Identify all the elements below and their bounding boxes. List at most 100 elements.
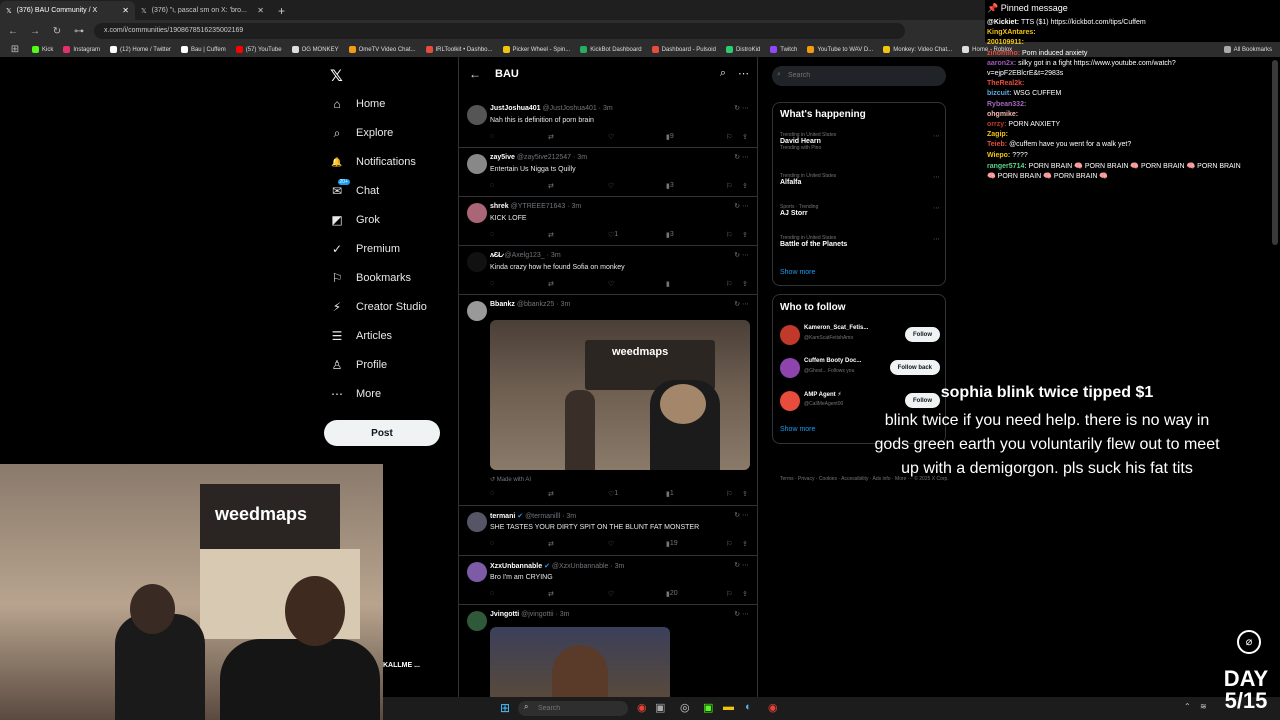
bookmark-item[interactable]: Kick bbox=[32, 46, 53, 53]
retweet-icon[interactable]: ⇄ bbox=[548, 280, 554, 288]
bookmark-item[interactable]: Monkey: Video Chat... bbox=[883, 46, 952, 53]
bookmark-icon[interactable]: ⚐ bbox=[726, 182, 732, 190]
bookmark-item[interactable]: KickBot Dashboard bbox=[580, 46, 642, 53]
tweet-author[interactable]: Bbankz bbox=[490, 301, 515, 308]
more-icon[interactable]: ⋯ bbox=[933, 173, 940, 181]
wifi-icon[interactable]: ≋ bbox=[1200, 702, 1207, 711]
x-logo-icon[interactable]: 𝕏 bbox=[330, 66, 343, 86]
nav-articles[interactable]: ☰ Articles bbox=[330, 329, 392, 343]
nav-explore[interactable]: ⌕ Explore bbox=[330, 126, 394, 140]
retweet-icon[interactable]: ⇄ bbox=[548, 490, 554, 498]
nav-more[interactable]: ⋯ More bbox=[330, 387, 381, 401]
chat-username[interactable]: ohgmike: bbox=[987, 111, 1018, 118]
bookmark-icon[interactable]: ⚐ bbox=[726, 280, 732, 288]
apps-icon[interactable]: ⊞ bbox=[8, 44, 22, 55]
search-input[interactable] bbox=[772, 66, 946, 86]
windows-start-icon[interactable]: ⊞ bbox=[500, 701, 510, 715]
bookmark-item[interactable]: OG MONKEY bbox=[291, 46, 339, 53]
kick-icon[interactable]: ▣ bbox=[703, 701, 713, 714]
retweet-icon[interactable]: ⇄ bbox=[548, 133, 554, 141]
share-icon[interactable]: ⇪ bbox=[742, 133, 748, 141]
bookmark-icon[interactable]: ⚐ bbox=[726, 540, 732, 548]
chat-username[interactable]: 200109911: bbox=[987, 39, 1024, 46]
chat-username[interactable]: Teieb: bbox=[987, 141, 1007, 148]
trend-item[interactable]: Trending in United States Battle of the P… bbox=[780, 235, 940, 248]
tweet[interactable]: Bbankz @bbankz25 · 3m ↻ ⋯ weedmaps ↺ Mad… bbox=[459, 295, 757, 506]
follow-suggestion[interactable]: Kameron_Scat_Fetis... @KamScatFetishAmo … bbox=[780, 323, 940, 347]
grok-more-icon[interactable]: ↻ ⋯ bbox=[734, 251, 749, 259]
reply-icon[interactable]: ◌ bbox=[490, 490, 494, 497]
like-icon[interactable]: ♡ bbox=[608, 133, 614, 141]
chrome-icon[interactable]: ◉ bbox=[768, 701, 778, 714]
like-icon[interactable]: ♡ bbox=[608, 280, 614, 288]
chat-username[interactable]: zinomino: bbox=[987, 50, 1020, 57]
grok-more-icon[interactable]: ↻ ⋯ bbox=[734, 104, 749, 112]
avatar[interactable] bbox=[467, 611, 487, 631]
reply-icon[interactable]: ◌ bbox=[490, 182, 494, 189]
folder-icon[interactable]: ▬ bbox=[723, 701, 734, 713]
bookmark-item[interactable]: Instagram bbox=[63, 46, 100, 53]
tweet[interactable]: JustJoshua401 @JustJoshua401 · 3m Nah th… bbox=[459, 99, 757, 148]
nav-bookmarks[interactable]: ⚐ Bookmarks bbox=[330, 271, 411, 285]
views-icon[interactable]: ▮ 19 bbox=[666, 540, 678, 548]
chat-username[interactable]: aaron2x: bbox=[987, 60, 1016, 67]
steam-icon[interactable]: ◐ bbox=[745, 701, 752, 713]
follow-suggestion[interactable]: Cuffem Booty Doc... @Ghost... Follows yo… bbox=[780, 356, 940, 380]
bookmark-item[interactable]: Bau | Cuffem bbox=[180, 46, 226, 53]
url-input[interactable]: x.com/i/communities/1908678516235002169 bbox=[94, 23, 905, 39]
avatar[interactable] bbox=[780, 391, 800, 411]
search-icon[interactable]: ⌕ bbox=[720, 67, 726, 80]
tweet-author[interactable]: termani bbox=[490, 513, 515, 520]
nav-grok[interactable]: ◩ Grok bbox=[330, 213, 380, 227]
avatar[interactable] bbox=[467, 252, 487, 272]
nav-premium[interactable]: ✓ Premium bbox=[330, 242, 400, 256]
retweet-icon[interactable]: ⇄ bbox=[548, 231, 554, 239]
show-more-link[interactable]: Show more bbox=[780, 426, 815, 433]
avatar[interactable] bbox=[467, 154, 487, 174]
nav-profile[interactable]: ♙ Profile bbox=[330, 358, 388, 372]
back-icon[interactable]: ← bbox=[6, 26, 20, 37]
bookmark-item[interactable]: (12) Home / Twitter bbox=[110, 46, 171, 53]
views-icon[interactable]: ▮ bbox=[666, 280, 670, 288]
tweet-author[interactable]: ʌ̷Ɛ̷L̷ bbox=[490, 252, 503, 259]
like-icon[interactable]: ♡ bbox=[608, 182, 614, 190]
more-icon[interactable]: ⋯ bbox=[933, 235, 940, 243]
taskview-icon[interactable]: ▣ bbox=[655, 701, 665, 714]
avatar[interactable] bbox=[467, 301, 487, 321]
views-icon[interactable]: ▮ 9 bbox=[666, 133, 674, 141]
grok-more-icon[interactable]: ↻ ⋯ bbox=[734, 300, 749, 308]
grok-more-icon[interactable]: ↻ ⋯ bbox=[734, 561, 749, 569]
bookmark-item[interactable]: YouTube to WAV D... bbox=[807, 46, 873, 53]
close-tab-icon[interactable]: ✕ bbox=[122, 6, 129, 15]
reply-icon[interactable]: ◌ bbox=[490, 540, 494, 547]
views-icon[interactable]: ▮ 1 bbox=[666, 490, 674, 498]
trend-item[interactable]: Sports · Trending AJ Storr ⋯ bbox=[780, 204, 940, 217]
tweet-author[interactable]: Jvingotti bbox=[490, 611, 519, 618]
close-tab-icon[interactable]: ✕ bbox=[257, 6, 264, 15]
follow-button[interactable]: Follow bbox=[905, 327, 940, 342]
chat-username[interactable]: ranger5714: bbox=[987, 163, 1027, 170]
grok-more-icon[interactable]: ↻ ⋯ bbox=[734, 610, 749, 618]
bookmark-item[interactable]: DistroKid bbox=[725, 46, 760, 53]
follow-back-button[interactable]: Follow back bbox=[889, 360, 940, 375]
nav-home[interactable]: ⌂ Home bbox=[330, 97, 385, 111]
avatar[interactable] bbox=[780, 358, 800, 378]
reply-icon[interactable]: ◌ bbox=[490, 231, 494, 238]
reload-icon[interactable]: ↻ bbox=[50, 26, 64, 37]
tweet[interactable]: termani ✔ @termanilll · 3m SHE TASTES YO… bbox=[459, 506, 757, 556]
retweet-icon[interactable]: ⇄ bbox=[548, 540, 554, 548]
bookmark-icon[interactable]: ⚐ bbox=[726, 590, 732, 598]
views-icon[interactable]: ▮ 3 bbox=[666, 231, 674, 239]
chat-username[interactable]: Zagip: bbox=[987, 131, 1008, 138]
avatar[interactable] bbox=[467, 512, 487, 532]
views-icon[interactable]: ▮ 3 bbox=[666, 182, 674, 190]
avatar[interactable] bbox=[467, 562, 487, 582]
new-tab-button[interactable]: + bbox=[270, 4, 293, 20]
chat-scrollbar[interactable] bbox=[1272, 60, 1278, 245]
chat-username[interactable]: bizcuit: bbox=[987, 90, 1012, 97]
tweet[interactable]: ʌ̷Ɛ̷L̷ @Axelg123_ · 3m Kinda crazy how h… bbox=[459, 246, 757, 295]
share-icon[interactable]: ⇪ bbox=[742, 540, 748, 548]
nav-chat[interactable]: ✉ 20+ Chat bbox=[330, 179, 379, 198]
bookmark-item[interactable]: (57) YouTube bbox=[235, 46, 282, 53]
tweet[interactable]: XzxUnbannable ✔ @XzxUnbannable · 3m Bro … bbox=[459, 556, 757, 605]
